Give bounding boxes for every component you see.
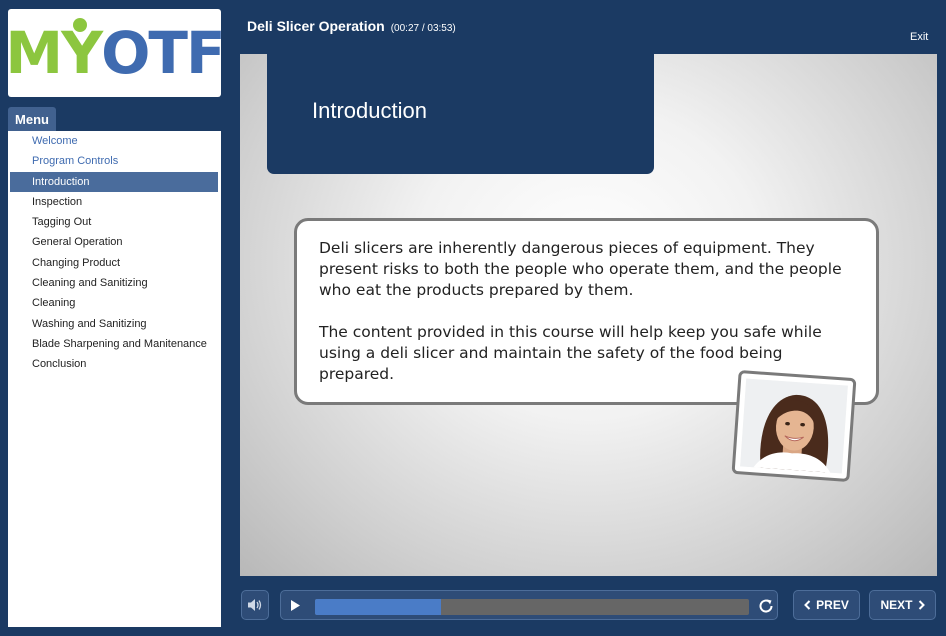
menu-tab[interactable]: Menu xyxy=(8,107,56,131)
replay-icon[interactable] xyxy=(757,597,775,615)
exit-button[interactable]: Exit xyxy=(910,31,928,43)
progress-fill xyxy=(315,599,441,615)
prev-label: PREV xyxy=(816,598,849,612)
playback-bar xyxy=(280,590,778,620)
course-time: (00:27 / 03:53) xyxy=(390,23,456,34)
menu-item-cleaning-and-sanitizing[interactable]: Cleaning and Sanitizing xyxy=(10,273,218,293)
myotf-logo: M Y OTF xyxy=(5,9,226,97)
next-button[interactable]: NEXT xyxy=(869,590,936,620)
menu-item-cleaning[interactable]: Cleaning xyxy=(10,293,218,313)
volume-button[interactable] xyxy=(241,590,269,620)
menu-item-welcome[interactable]: Welcome xyxy=(10,131,218,151)
slide-header: Introduction xyxy=(267,54,654,174)
menu-item-changing-product[interactable]: Changing Product xyxy=(10,253,218,273)
logo-letter-m: M xyxy=(5,19,63,87)
player-controls: PREV NEXT xyxy=(240,590,937,622)
chevron-right-icon xyxy=(918,600,925,610)
progress-bar[interactable] xyxy=(315,599,749,615)
next-label: NEXT xyxy=(880,598,913,612)
menu-item-tagging-out[interactable]: Tagging Out xyxy=(10,212,218,232)
logo-text: M Y OTF xyxy=(5,18,226,87)
menu-item-washing-and-sanitizing[interactable]: Washing and Sanitizing xyxy=(10,314,218,334)
menu-list: Welcome Program Controls Introduction Inspe… xyxy=(8,131,221,375)
speaker-icon xyxy=(248,599,262,611)
logo-letter-y-wrap: Y xyxy=(61,18,103,82)
slide-stage: Introduction Deli slicers are inherently… xyxy=(240,54,937,576)
menu-item-conclusion[interactable]: Conclusion xyxy=(10,354,218,374)
slide-heading: Introduction xyxy=(312,98,427,123)
course-title-bar: Deli Slicer Operation (00:27 / 03:53) xyxy=(247,18,456,34)
menu-item-blade-sharpening-and-manitenance[interactable]: Blade Sharpening and Manitenance xyxy=(10,334,218,354)
menu-item-program-controls[interactable]: Program Controls xyxy=(10,151,218,171)
play-icon[interactable] xyxy=(289,599,301,612)
course-title: Deli Slicer Operation xyxy=(247,18,385,34)
logo-figure-head-icon xyxy=(73,18,88,32)
menu-item-inspection[interactable]: Inspection xyxy=(10,192,218,212)
menu-item-introduction[interactable]: Introduction xyxy=(10,171,218,192)
presenter-photo xyxy=(731,370,857,482)
logo-letters-otf: OTF xyxy=(101,19,225,87)
bubble-paragraph-1: Deli slicers are inherently dangerous pi… xyxy=(319,239,842,299)
menu-item-general-operation[interactable]: General Operation xyxy=(10,232,218,252)
chevron-left-icon xyxy=(804,600,811,610)
presenter-portrait-icon xyxy=(740,378,848,474)
menu-panel: Welcome Program Controls Introduction Inspe… xyxy=(8,131,221,627)
prev-button[interactable]: PREV xyxy=(793,590,860,620)
